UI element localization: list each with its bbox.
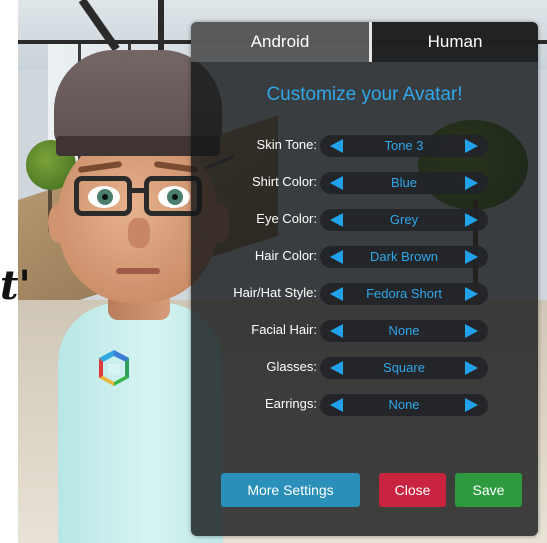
right-arrow-icon[interactable]	[465, 361, 478, 375]
more-settings-button[interactable]: More Settings	[221, 473, 360, 507]
panel-title: Customize your Avatar!	[266, 84, 463, 105]
avatar-customization-panel: Android Human Customize your Avatar! Ski…	[191, 22, 538, 536]
left-arrow-icon[interactable]	[330, 324, 343, 338]
left-arrow-icon[interactable]	[330, 250, 343, 264]
left-arrow-icon[interactable]	[330, 176, 343, 190]
option-row-hair-hat-style: Hair/Hat Style: Fedora Short	[191, 283, 538, 305]
option-label: Shirt Color:	[251, 174, 317, 189]
left-arrow-icon[interactable]	[330, 139, 343, 153]
left-arrow-icon[interactable]	[330, 361, 343, 375]
save-button[interactable]: Save	[455, 473, 522, 507]
option-label: Earrings:	[264, 396, 317, 411]
option-row-facial-hair: Facial Hair: None	[191, 320, 538, 342]
tab-android[interactable]: Android	[191, 22, 369, 62]
option-row-glasses: Glasses: Square	[191, 357, 538, 379]
option-value: None	[388, 323, 420, 338]
tab-human[interactable]: Human	[369, 22, 538, 62]
option-value: Tone 3	[384, 138, 424, 153]
option-selector: Fedora Short	[320, 283, 488, 305]
avatar-glasses-bridge	[128, 188, 148, 193]
right-arrow-icon[interactable]	[465, 213, 478, 227]
option-selector: Square	[320, 357, 488, 379]
right-arrow-icon[interactable]	[465, 287, 478, 301]
option-selector: None	[320, 320, 488, 342]
option-value: Dark Brown	[370, 249, 438, 264]
option-label: Hair/Hat Style:	[233, 285, 317, 300]
edge-glyph: t'	[0, 262, 31, 309]
left-arrow-icon[interactable]	[330, 287, 343, 301]
option-value: Grey	[389, 212, 419, 227]
option-label: Facial Hair:	[251, 322, 317, 337]
option-label: Skin Tone:	[256, 137, 317, 152]
option-value: Blue	[390, 175, 418, 190]
option-row-shirt-color: Shirt Color: Blue	[191, 172, 538, 194]
option-selector: Grey	[320, 209, 488, 231]
option-value: Fedora Short	[366, 286, 442, 301]
cube-logo-icon	[99, 350, 129, 386]
close-button[interactable]: Close	[379, 473, 446, 507]
option-row-skin-tone: Skin Tone: Tone 3	[191, 135, 538, 157]
option-value: Square	[383, 360, 425, 375]
right-arrow-icon[interactable]	[465, 324, 478, 338]
right-arrow-icon[interactable]	[465, 176, 478, 190]
option-value: None	[388, 397, 420, 412]
option-label: Hair Color:	[254, 248, 317, 263]
option-selector: Blue	[320, 172, 488, 194]
avatar-mouth	[116, 268, 160, 274]
option-selector: Dark Brown	[320, 246, 488, 268]
option-label: Eye Color:	[256, 211, 317, 226]
option-row-hair-color: Hair Color: Dark Brown	[191, 246, 538, 268]
option-selector: None	[320, 394, 488, 416]
option-row-eye-color: Eye Color: Grey	[191, 209, 538, 231]
left-arrow-icon[interactable]	[330, 398, 343, 412]
tab-bar: Android Human	[191, 22, 538, 62]
option-label: Glasses:	[266, 359, 317, 374]
option-row-earrings: Earrings: None	[191, 394, 538, 416]
avatar-nose	[128, 218, 150, 248]
avatar-glasses-lens	[74, 176, 132, 216]
right-arrow-icon[interactable]	[465, 398, 478, 412]
option-selector: Tone 3	[320, 135, 488, 157]
right-arrow-icon[interactable]	[465, 250, 478, 264]
left-arrow-icon[interactable]	[330, 213, 343, 227]
right-arrow-icon[interactable]	[465, 139, 478, 153]
